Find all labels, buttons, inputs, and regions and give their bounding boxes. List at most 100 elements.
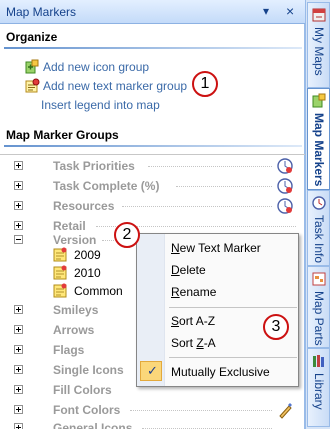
add-new-text-marker-group-link[interactable]: Add new text marker group [24,78,187,94]
checkmark-icon: ✓ [140,361,162,381]
task-info-icon [312,196,326,210]
group-label: General Icons [53,421,133,429]
tab-my-maps[interactable]: My Maps [307,2,330,88]
menu-separator [169,307,297,308]
expand-icon[interactable] [14,365,23,374]
panel-title: Map Markers [6,5,77,19]
insert-legend-link[interactable]: Insert legend into map [41,97,160,113]
panel-menu-dropdown-icon[interactable]: ▾ [263,4,269,18]
map-parts-icon [312,272,326,286]
clock-priority-icon [277,158,293,174]
group-label: Fill Colors [53,383,112,397]
menu-item-new-text-marker[interactable]: New Text Marker [171,241,261,259]
tab-label: My Maps [312,27,326,76]
my-maps-icon [312,8,326,22]
add-new-icon-group-link[interactable]: Add new icon group [24,59,149,75]
group-label: Task Priorities [53,159,135,173]
tab-label: Task Info [312,215,326,264]
group-label: Arrows [53,323,95,337]
mnemonic: S [171,314,180,328]
group-label: Version [53,233,97,247]
expand-icon[interactable] [14,345,23,354]
tree-row-task-complete[interactable]: Task Complete (%) [0,176,300,196]
group-label: Task Complete (%) [53,179,160,193]
groups-divider [4,145,302,147]
map-markers-panel: Map Markers ▾ × Organize Add new icon gr… [0,0,305,429]
dotted-leader [122,206,272,207]
map-marker-groups-header: Map Marker Groups [6,128,119,142]
clock-resources-icon [277,198,293,214]
collapse-icon[interactable] [14,235,23,244]
expand-icon[interactable] [14,161,23,170]
tree-row-task-priorities[interactable]: Task Priorities [0,156,300,176]
tab-task-info[interactable]: Task Info [307,190,330,266]
menu-item-text: ew Text Marker [179,241,261,255]
callout-3: 3 [263,314,289,340]
tab-map-markers[interactable]: Map Markers [307,88,330,190]
menu-item-text: Mutually Exclusive [171,365,270,379]
clock-complete-icon [277,178,293,194]
panel-close-icon[interactable]: × [286,3,294,19]
tree-row-font-colors[interactable]: Font Colors [0,400,300,420]
menu-item-rename[interactable]: Rename [171,285,216,303]
expand-icon[interactable] [14,181,23,190]
menu-item-sort-z-a[interactable]: Sort Z-A [171,336,216,354]
side-tab-strip: My Maps Map Markers Task Info Map Parts … [305,0,330,429]
callout-2: 2 [114,222,140,248]
tab-label: Library [312,373,326,410]
library-icon [313,355,324,367]
text-marker-note-icon [53,283,67,298]
menu-item-sort-a-z[interactable]: Sort A-Z [171,314,215,332]
expand-icon[interactable] [14,385,23,394]
expand-icon[interactable] [14,325,23,334]
add-new-icon-group-label: Add new icon group [43,60,150,74]
tree-row-general-icons[interactable]: General Icons [0,418,300,429]
insert-legend-label: Insert legend into map [41,98,160,112]
expand-icon[interactable] [14,305,23,314]
menu-item-text: ort A-Z [179,314,216,328]
tab-library[interactable]: Library [307,348,330,427]
check-glyph: ✓ [147,363,158,378]
text-marker-note-icon [53,265,67,280]
group-label: Font Colors [53,403,121,417]
menu-item-text: elete [179,263,206,277]
mnemonic: Z [196,336,204,350]
group-label: Single Icons [53,363,124,377]
tree-row-resources[interactable]: Resources [0,196,300,216]
expand-icon[interactable] [14,423,23,429]
expand-icon[interactable] [14,201,23,210]
group-label: Resources [53,199,115,213]
version-context-menu: New Text Marker Delete Rename Sort A-Z S… [136,233,299,387]
dotted-leader [102,240,114,241]
child-label: 2010 [74,266,101,280]
add-new-text-marker-group-label: Add new text marker group [43,79,188,93]
map-markers-icon [312,93,326,108]
mnemonic: D [171,263,180,277]
group-label: Smileys [53,303,99,317]
mnemonic: N [171,241,180,255]
organize-header: Organize [6,30,58,44]
add-text-marker-group-icon [25,78,40,93]
mnemonic: R [171,285,180,299]
expand-icon[interactable] [14,405,23,414]
dotted-leader [130,410,272,411]
dotted-leader [148,166,272,167]
font-color-brush-icon [279,403,292,419]
tab-map-parts[interactable]: Map Parts [307,266,330,348]
menu-item-mutually-exclusive[interactable]: Mutually Exclusive [171,365,270,383]
child-label: Common [74,284,123,298]
menu-separator [169,357,297,358]
text-marker-note-icon [53,247,67,262]
tab-label: Map Markers [312,113,326,187]
menu-item-text: -A [203,336,216,350]
menu-item-text: Sort [171,336,197,350]
child-label: 2009 [74,248,101,262]
tab-label: Map Parts [312,291,326,346]
panel-titlebar: Map Markers ▾ × [0,0,305,24]
group-label: Flags [53,343,85,357]
organize-divider [4,47,302,49]
add-icon-group-icon [25,59,39,74]
menu-item-delete[interactable]: Delete [171,263,206,281]
menu-item-text: ename [179,285,217,299]
callout-1: 1 [192,71,218,97]
